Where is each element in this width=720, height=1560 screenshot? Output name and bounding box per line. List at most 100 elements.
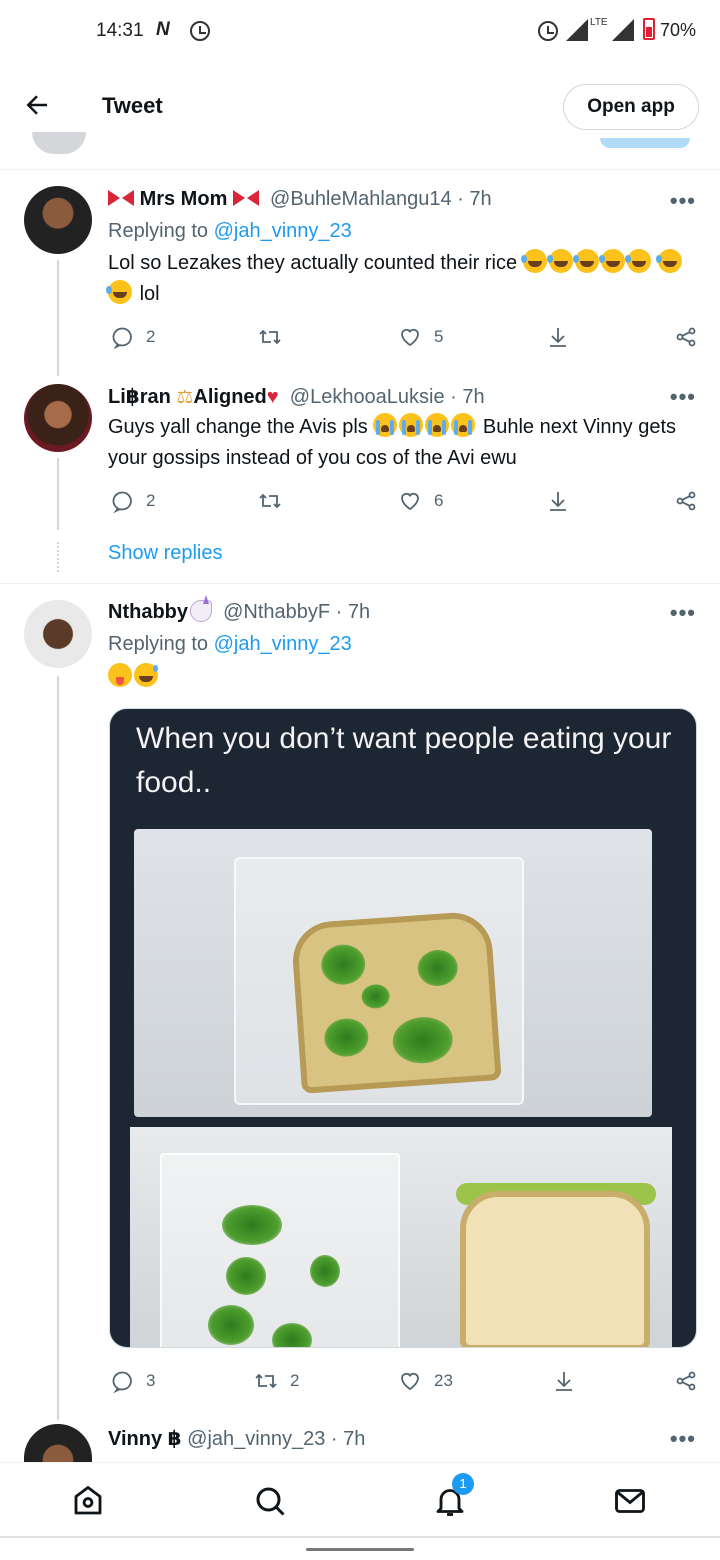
retweet-button[interactable]: 2 — [254, 1366, 299, 1396]
moldy-bread — [290, 910, 502, 1094]
messages-envelope-icon[interactable] — [612, 1483, 648, 1519]
retweet-icon — [259, 329, 281, 345]
tweet-meta: Nthabby @NthabbyF · 7h — [108, 595, 371, 623]
rofl-emoji-icon — [656, 249, 683, 273]
reply-icon — [112, 327, 132, 349]
bottom-navigation: 1 — [0, 1462, 720, 1536]
tweet-text-part: Lol so Lezakes they actually counted the… — [108, 252, 518, 274]
share-icon — [676, 327, 696, 347]
home-icon[interactable] — [70, 1483, 106, 1519]
ziplock-bag — [234, 857, 524, 1105]
bow-emoji-icon — [232, 188, 259, 208]
status-time: 14:31 — [96, 20, 144, 41]
more-options-icon[interactable]: ••• — [670, 1426, 696, 1452]
display-name[interactable]: Mrs Mom — [140, 188, 228, 210]
more-options-icon[interactable]: ••• — [670, 600, 696, 626]
avatar[interactable] — [24, 600, 92, 668]
like-button[interactable]: 5 — [398, 322, 443, 352]
handle[interactable]: @LekhooaLuksie — [290, 386, 445, 408]
share-button[interactable] — [674, 1366, 698, 1396]
clean-sandwich — [460, 1191, 650, 1347]
download-button[interactable] — [552, 1366, 576, 1396]
top-header: Tweet Open app — [0, 62, 720, 170]
timestamp[interactable]: 7h — [348, 601, 370, 623]
download-icon — [550, 328, 566, 347]
rofl-emoji-icon — [572, 249, 599, 273]
replying-to: Replying to @jah_vinny_23 — [108, 633, 352, 656]
replying-handle-link[interactable]: @jah_vinny_23 — [214, 633, 352, 655]
display-name[interactable]: Nthabby — [108, 601, 188, 623]
tweet-actions: 2 6 — [0, 486, 720, 516]
unicorn-emoji-icon — [190, 595, 212, 622]
crying-emoji-icon — [451, 413, 476, 437]
retweet-icon — [255, 1373, 277, 1389]
handle[interactable]: @BuhleMahlangu14 — [270, 188, 452, 210]
search-icon[interactable] — [252, 1483, 288, 1519]
crying-emoji-icon — [399, 413, 424, 437]
reply-icon — [112, 1371, 132, 1393]
display-name[interactable]: Li฿ran — [108, 386, 171, 408]
show-replies-link[interactable]: Show replies — [108, 542, 223, 565]
rofl-emoji-icon — [598, 249, 625, 273]
previous-button-edge — [600, 138, 690, 148]
like-count: 6 — [434, 491, 444, 510]
gesture-bar[interactable] — [306, 1548, 414, 1551]
avatar[interactable] — [24, 186, 92, 254]
avatar[interactable] — [24, 1424, 92, 1464]
replying-to: Replying to @jah_vinny_23 — [108, 220, 352, 243]
display-name[interactable]: Aligned — [193, 386, 266, 408]
retweet-button[interactable] — [258, 322, 294, 352]
status-bar: 14:31 N LTE 70% — [0, 0, 720, 62]
reply-button[interactable]: 3 — [110, 1366, 155, 1396]
crying-emoji-icon — [425, 413, 450, 437]
winking-tongue-emoji-icon — [108, 663, 132, 687]
thread-dots — [57, 542, 59, 572]
rofl-emoji-icon — [546, 249, 573, 273]
tweet-text: Guys yall change the Avis pls Buhle next… — [108, 412, 704, 474]
battery-percent: 70% — [660, 20, 697, 40]
back-arrow-icon[interactable] — [22, 90, 52, 120]
system-nav-divider — [0, 1536, 720, 1538]
share-button[interactable] — [674, 486, 698, 516]
sweat-smile-emoji-icon — [134, 663, 158, 687]
timestamp[interactable]: 7h — [462, 386, 484, 408]
crying-emoji-icon — [373, 413, 398, 437]
lte-label: LTE — [590, 17, 608, 28]
battery-icon — [643, 18, 655, 40]
timestamp[interactable]: 7h — [343, 1428, 365, 1450]
divider — [0, 583, 720, 584]
ziplock-bag — [160, 1153, 400, 1347]
timestamp[interactable]: 7h — [469, 188, 491, 210]
share-button[interactable] — [674, 322, 698, 352]
share-icon — [676, 1371, 696, 1391]
download-button[interactable] — [546, 486, 570, 516]
tweet-image[interactable]: When you don’t want people eating your f… — [109, 708, 697, 1348]
download-button[interactable] — [546, 322, 570, 352]
tweet-actions: 3 2 23 — [0, 1366, 720, 1396]
tweet-text-part: lol — [139, 283, 160, 305]
handle[interactable]: @NthabbyF — [223, 601, 330, 623]
replying-handle-link[interactable]: @jah_vinny_23 — [214, 220, 352, 242]
reply-button[interactable]: 2 — [110, 322, 155, 352]
tweet-text — [108, 662, 704, 693]
page-title: Tweet — [102, 93, 163, 118]
retweet-count: 2 — [290, 1371, 300, 1390]
open-app-button[interactable]: Open app — [563, 84, 699, 130]
reply-count: 2 — [146, 491, 156, 510]
reply-button[interactable]: 2 — [110, 486, 155, 516]
avatar[interactable] — [24, 384, 92, 452]
display-name[interactable]: Vinny ฿ — [108, 1428, 182, 1450]
like-button[interactable]: 6 — [398, 486, 443, 516]
replying-label: Replying to — [108, 220, 209, 242]
retweet-icon — [259, 493, 281, 509]
like-button[interactable]: 23 — [398, 1366, 453, 1396]
reply-count: 3 — [146, 1371, 156, 1390]
image-panel-top — [134, 829, 652, 1117]
handle[interactable]: @jah_vinny_23 — [187, 1428, 325, 1450]
retweet-button[interactable] — [258, 486, 294, 516]
heart-emoji-icon: ♥ — [266, 386, 279, 408]
more-options-icon[interactable]: ••• — [670, 188, 696, 214]
more-options-icon[interactable]: ••• — [670, 384, 696, 410]
image-caption: When you don’t want people eating your f… — [136, 722, 672, 799]
thread-line — [57, 676, 59, 1420]
